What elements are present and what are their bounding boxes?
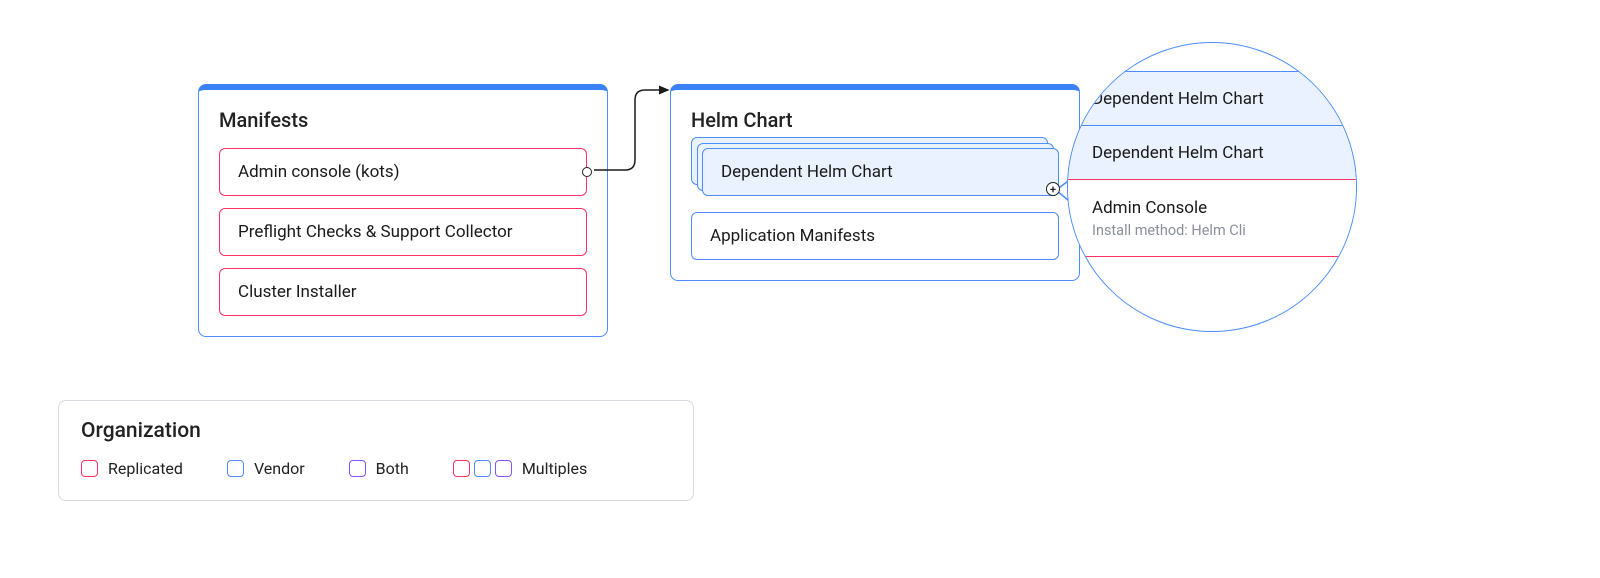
manifests-item-admin-console: Admin console (kots) xyxy=(219,148,587,196)
swatch-purple-icon xyxy=(349,460,366,477)
swatch-blue-icon xyxy=(227,460,244,477)
legend-item-replicated: Replicated xyxy=(81,459,183,478)
zoom-detail-circle: Dependent Helm Chart Dependent Helm Char… xyxy=(1067,42,1357,332)
zoom-row-admin-console: Admin Console Install method: Helm Cli xyxy=(1068,179,1356,257)
legend-item-both: Both xyxy=(349,459,409,478)
helmchart-panel: Helm Chart Dependent Helm Chart Applicat… xyxy=(670,84,1080,281)
zoom-row-label: Dependent Helm Chart xyxy=(1092,89,1332,109)
dependent-helm-chart-label: Dependent Helm Chart xyxy=(721,162,893,182)
manifests-panel: Manifests Admin console (kots) Preflight… xyxy=(198,84,608,337)
manifests-item-label: Cluster Installer xyxy=(238,282,357,302)
legend-label: Vendor xyxy=(254,459,305,478)
zoom-row-dep1: Dependent Helm Chart xyxy=(1068,71,1356,125)
swatch-multi-icon xyxy=(453,460,512,477)
connector-dot-icon xyxy=(582,167,592,177)
manifests-title: Manifests xyxy=(219,108,587,132)
manifests-item-cluster-installer: Cluster Installer xyxy=(219,268,587,316)
expand-plus-icon xyxy=(1046,182,1060,196)
application-manifests-label: Application Manifests xyxy=(710,226,875,246)
zoom-row-dep2: Dependent Helm Chart xyxy=(1068,125,1356,179)
manifests-item-label: Preflight Checks & Support Collector xyxy=(238,222,513,242)
manifests-item-preflight: Preflight Checks & Support Collector xyxy=(219,208,587,256)
helmchart-title: Helm Chart xyxy=(691,108,1059,132)
legend-label: Replicated xyxy=(108,459,183,478)
legend-item-vendor: Vendor xyxy=(227,459,305,478)
manifests-item-label: Admin console (kots) xyxy=(238,162,400,182)
legend-panel: Organization Replicated Vendor Both xyxy=(58,400,694,501)
application-manifests-item: Application Manifests xyxy=(691,212,1059,260)
legend-label: Both xyxy=(376,459,409,478)
legend-label: Multiples xyxy=(522,459,587,478)
legend-item-multiples: Multiples xyxy=(453,459,587,478)
zoom-row-subtitle: Install method: Helm Cli xyxy=(1092,222,1332,239)
swatch-red-icon xyxy=(81,460,98,477)
zoom-row-title: Admin Console xyxy=(1092,198,1332,218)
legend-row: Replicated Vendor Both Multiples xyxy=(81,459,671,478)
zoom-row-label: Dependent Helm Chart xyxy=(1092,143,1332,163)
dependent-helm-chart-stack: Dependent Helm Chart xyxy=(702,148,1059,196)
diagram-canvas: Manifests Admin console (kots) Preflight… xyxy=(0,0,1600,578)
dependent-helm-chart-item: Dependent Helm Chart xyxy=(702,148,1059,196)
legend-title: Organization xyxy=(81,419,671,443)
